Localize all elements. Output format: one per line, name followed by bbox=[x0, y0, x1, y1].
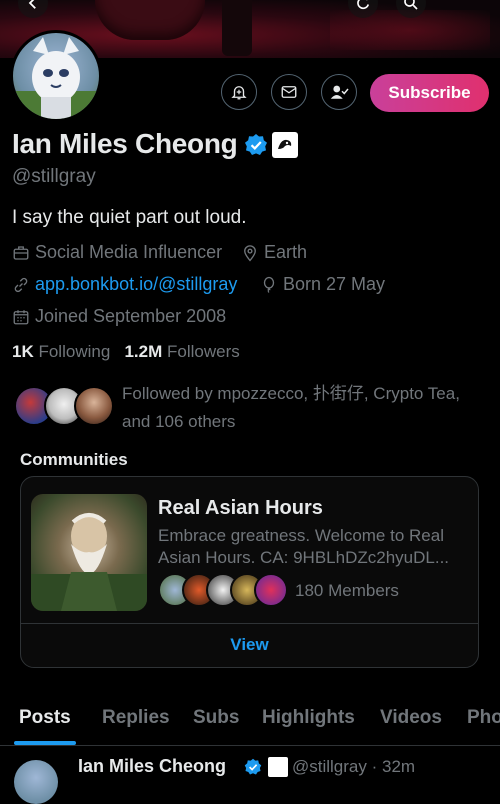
profile-name: Ian Miles Cheong bbox=[12, 128, 238, 159]
post-handle-time: @stillgray · 32m bbox=[292, 757, 416, 776]
followed-by-line2: and 106 others bbox=[122, 412, 236, 431]
community-member-count: 180 Members bbox=[295, 581, 399, 600]
tab-highlights[interactable]: Highlights bbox=[262, 707, 355, 729]
post-verified-badge-icon bbox=[244, 758, 262, 781]
balloon-icon bbox=[263, 276, 275, 293]
following-label: Following bbox=[38, 342, 111, 361]
briefcase-icon bbox=[13, 245, 29, 260]
tab-replies[interactable]: Replies bbox=[102, 707, 170, 729]
profile-website[interactable]: app.bonkbot.io/@stillgray bbox=[12, 274, 237, 295]
bell-plus-icon bbox=[231, 86, 247, 100]
birthday-label: Born 27 May bbox=[283, 274, 386, 294]
active-tab-indicator bbox=[14, 741, 76, 745]
location-label: Earth bbox=[264, 242, 308, 262]
notifications-bell-button[interactable] bbox=[221, 74, 257, 110]
post-author-name[interactable]: Ian Miles Cheong bbox=[78, 756, 226, 777]
followers-count: 1.2M bbox=[124, 342, 163, 361]
post-author-avatar[interactable] bbox=[14, 760, 58, 804]
following-link[interactable]: 1K Following bbox=[12, 342, 110, 361]
calendar-icon bbox=[13, 309, 29, 324]
profile-birthday: Born 27 May bbox=[260, 274, 385, 295]
community-member-avatars bbox=[158, 573, 288, 609]
verified-badge-icon bbox=[244, 133, 268, 157]
followed-by-avatars[interactable] bbox=[14, 386, 114, 428]
tab-subs[interactable]: Subs bbox=[193, 707, 239, 729]
banner-car bbox=[95, 0, 205, 40]
following-count: 1K bbox=[12, 342, 34, 361]
community-name[interactable]: Real Asian Hours bbox=[158, 497, 323, 520]
profile-joined: Joined September 2008 bbox=[12, 306, 226, 327]
affiliation-badge-icon[interactable] bbox=[272, 132, 298, 158]
community-description-line2: Asian Hours. CA: 9HBLhDZc2hyuDL... bbox=[158, 548, 450, 567]
joined-label: Joined September 2008 bbox=[35, 306, 227, 326]
community-description-line1: Embrace greatness. Welcome to Real bbox=[158, 526, 444, 545]
post-affiliation-badge-icon bbox=[268, 757, 288, 777]
profile-bio: I say the quiet part out loud. bbox=[12, 207, 247, 228]
member-avatar bbox=[254, 573, 288, 607]
message-button[interactable] bbox=[271, 74, 307, 110]
profile-category: Social Media Influencer bbox=[12, 242, 222, 263]
link-icon bbox=[14, 277, 28, 292]
person-check-icon bbox=[330, 85, 349, 99]
website-link[interactable]: app.bonkbot.io/@stillgray bbox=[35, 274, 237, 295]
profile-tabs: Posts Replies Subs Highlights Videos Pho bbox=[0, 705, 500, 746]
followers-label: Followers bbox=[166, 342, 240, 361]
community-view-button[interactable]: View bbox=[21, 635, 478, 655]
card-divider bbox=[21, 623, 478, 624]
location-pin-icon bbox=[244, 244, 256, 262]
community-card[interactable]: Real Asian Hours Embrace greatness. Welc… bbox=[20, 476, 479, 668]
profile-avatar[interactable] bbox=[10, 30, 102, 122]
following-button[interactable] bbox=[321, 74, 357, 110]
profile-handle: @stillgray bbox=[12, 166, 96, 187]
banner-figure bbox=[222, 0, 252, 56]
avatar-illustration bbox=[13, 37, 99, 119]
category-label: Social Media Influencer bbox=[35, 242, 223, 262]
followers-link[interactable]: 1.2M Followers bbox=[124, 342, 239, 361]
envelope-icon bbox=[281, 86, 297, 98]
tab-posts[interactable]: Posts bbox=[19, 707, 71, 729]
tab-photos[interactable]: Pho bbox=[467, 707, 500, 729]
followed-by-line1: Followed by mpozzecco, 扑街仔, Crypto Tea, bbox=[122, 384, 460, 403]
community-image bbox=[31, 494, 147, 611]
follow-counts: 1K Following 1.2M Followers bbox=[12, 342, 240, 362]
subscribe-button[interactable]: Subscribe bbox=[370, 74, 489, 112]
back-icon[interactable] bbox=[18, 0, 48, 18]
follower-avatar bbox=[74, 386, 114, 426]
communities-heading: Communities bbox=[20, 450, 128, 469]
tab-videos[interactable]: Videos bbox=[380, 707, 442, 729]
community-description: Embrace greatness. Welcome to Real Asian… bbox=[158, 525, 468, 569]
followed-by-text[interactable]: Followed by mpozzecco, 扑街仔, Crypto Tea, … bbox=[122, 380, 492, 436]
profile-location: Earth bbox=[241, 242, 307, 263]
